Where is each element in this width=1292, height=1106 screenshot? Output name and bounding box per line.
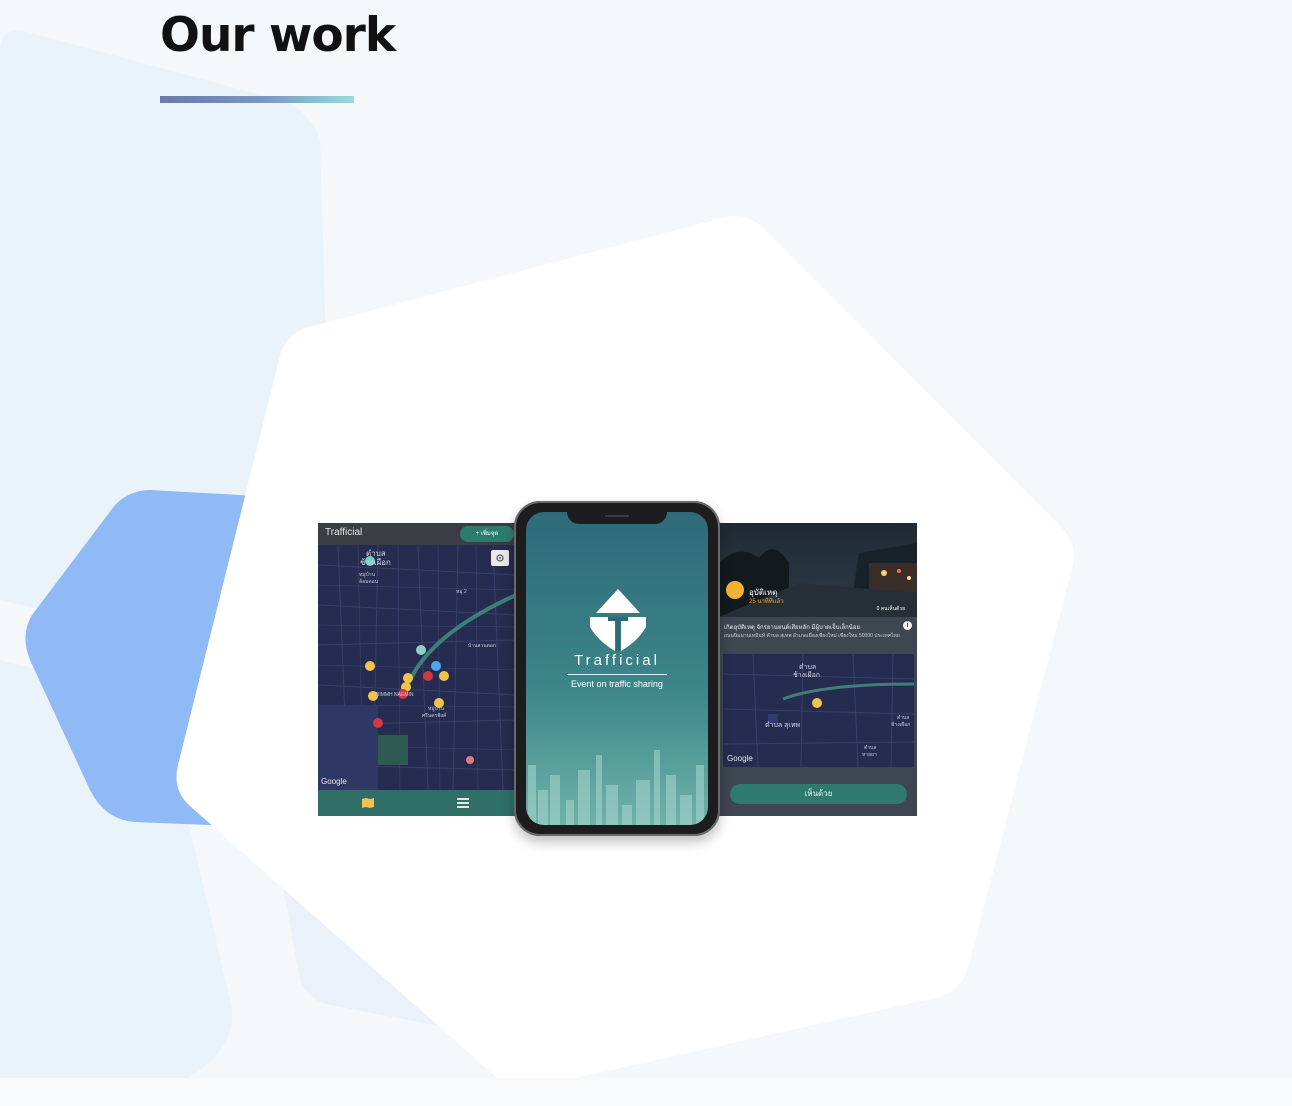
- page-title: Our work: [160, 8, 396, 63]
- event-map: ตำบล ช้างเผือก ตำบล สุเทพ ตำบล ช้างเผือก…: [722, 653, 915, 768]
- app-bar: Trafficial + เพิ่มจุด: [318, 523, 516, 545]
- list-tab-icon[interactable]: [456, 797, 470, 809]
- city-skyline: [528, 750, 704, 825]
- google-attribution: Google: [321, 777, 347, 786]
- title-underline: [160, 96, 354, 103]
- splash-screen: Trafficial Event on traffic sharing: [526, 512, 708, 825]
- map-tab-icon[interactable]: [361, 797, 375, 809]
- map-label: ล้อมดอน: [359, 579, 379, 585]
- map-label: หายยา: [862, 752, 877, 758]
- agree-button[interactable]: เห็นด้วย: [730, 784, 907, 804]
- map-pins: [365, 556, 474, 764]
- map-label: ช้างเผือก: [891, 722, 911, 728]
- trafficial-logo: [590, 589, 646, 651]
- info-icon[interactable]: i: [903, 621, 912, 630]
- event-time: 25 นาทีที่แล้ว: [749, 599, 784, 605]
- phone-notch: [567, 512, 667, 524]
- add-pin-button[interactable]: + เพิ่มจุด: [460, 526, 514, 542]
- app-title: Trafficial: [325, 527, 363, 538]
- event-title: เกิดอุบัติเหตุ จักรยานยนต์เสียหลัก มีผู้…: [724, 625, 860, 631]
- map-label: ช้างเผือก: [360, 558, 391, 567]
- agree-count: 0 คนเห็นด้วย: [876, 606, 905, 612]
- app-tagline: Event on traffic sharing: [571, 679, 663, 689]
- divider: [567, 674, 667, 675]
- map-label: BIMMH NAEMIN: [376, 692, 414, 698]
- phone-mockup: Trafficial Event on traffic sharing: [514, 501, 720, 836]
- map-label: ช้างเผือก: [793, 672, 821, 679]
- map-screen-screenshot: Trafficial + เพิ่มจุด ตำบล ช้างเผือก หมู…: [318, 523, 516, 816]
- bottom-nav: [318, 790, 516, 816]
- map-label: บ้านสวนดอก: [468, 643, 496, 649]
- event-address: ถนนนิมมานเหมินท์ ตำบล สุเทพ อำเภอเมืองเช…: [724, 633, 900, 639]
- map-label: ศรีนครพิงค์: [422, 713, 447, 719]
- google-attribution: Google: [727, 754, 753, 763]
- map-label: ตำบล สุเทพ: [765, 722, 801, 729]
- app-name: Trafficial: [574, 652, 660, 669]
- map-label: หมู่ 2: [456, 589, 467, 595]
- event-detail-screenshot: อุบัติเหตุ 25 นาทีที่แล้ว 0 คนเห็นด้วย เ…: [719, 523, 917, 816]
